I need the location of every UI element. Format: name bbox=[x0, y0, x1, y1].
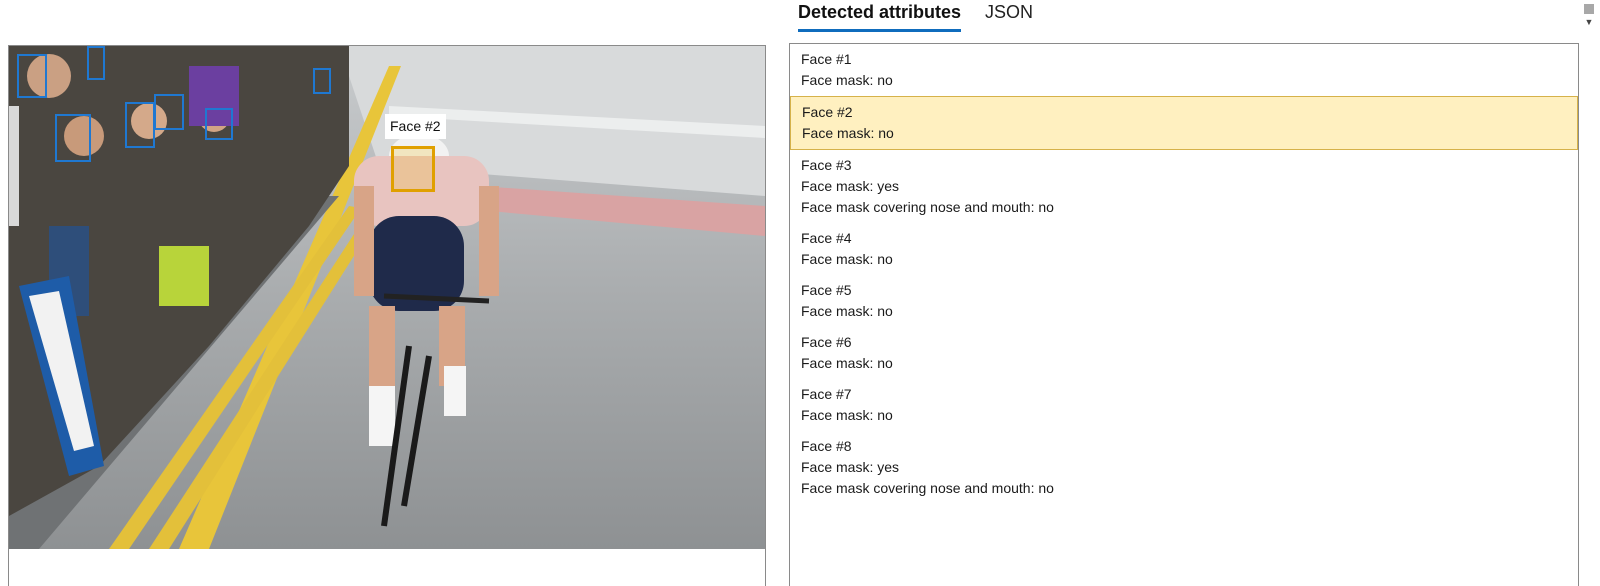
face-box-5[interactable] bbox=[205, 108, 233, 140]
face-attribute: Face mask covering nose and mouth: no bbox=[801, 480, 1054, 496]
face-box-1[interactable] bbox=[17, 54, 47, 98]
list-item-face-8[interactable]: Face #8 Face mask: yes Face mask coverin… bbox=[790, 431, 1578, 504]
page-scrollbar[interactable]: ▼ bbox=[1582, 0, 1596, 30]
face-attribute: Face mask: yes bbox=[801, 459, 900, 475]
face-attribute: Face mask: no bbox=[801, 72, 893, 88]
scroll-down-arrow-icon[interactable]: ▼ bbox=[1582, 16, 1596, 28]
face-title: Face #3 bbox=[801, 157, 852, 173]
face-box-8[interactable] bbox=[313, 68, 331, 94]
analyzed-photo: Face #2 bbox=[9, 46, 765, 549]
scrollbar-thumb[interactable] bbox=[1584, 4, 1594, 14]
list-item-face-4[interactable]: Face #4 Face mask: no bbox=[790, 223, 1578, 275]
image-panel: Face #2 bbox=[8, 45, 766, 586]
face-title: Face #7 bbox=[801, 386, 852, 402]
list-item-face-2[interactable]: Face #2 Face mask: no bbox=[790, 96, 1578, 150]
face-box-3[interactable] bbox=[87, 46, 105, 80]
list-item-face-6[interactable]: Face #6 Face mask: no bbox=[790, 327, 1578, 379]
tab-json[interactable]: JSON bbox=[985, 0, 1033, 32]
result-tabs: Detected attributes JSON bbox=[798, 0, 1033, 32]
face-title: Face #1 bbox=[801, 51, 852, 67]
list-item-face-3[interactable]: Face #3 Face mask: yes Face mask coverin… bbox=[790, 150, 1578, 223]
face-title: Face #2 bbox=[802, 104, 853, 120]
face-attribute: Face mask: no bbox=[802, 125, 894, 141]
face-attribute: Face mask: no bbox=[801, 303, 893, 319]
face-title: Face #4 bbox=[801, 230, 852, 246]
list-item-face-1[interactable]: Face #1 Face mask: no bbox=[790, 44, 1578, 96]
tab-label: JSON bbox=[985, 2, 1034, 22]
tab-detected-attributes[interactable]: Detected attributes bbox=[798, 0, 962, 32]
list-item-face-5[interactable]: Face #5 Face mask: no bbox=[790, 275, 1578, 327]
face-attribute: Face mask: yes bbox=[801, 178, 900, 194]
face-box-7[interactable] bbox=[55, 114, 91, 162]
selected-face-label: Face #2 bbox=[385, 114, 446, 139]
face-attribute: Face mask covering nose and mouth: no bbox=[801, 199, 1054, 215]
face-title: Face #6 bbox=[801, 334, 852, 350]
face-box-4[interactable] bbox=[154, 94, 184, 130]
face-box-2[interactable] bbox=[391, 146, 435, 192]
face-title: Face #5 bbox=[801, 282, 852, 298]
face-box-6[interactable] bbox=[125, 102, 155, 148]
face-attribute: Face mask: no bbox=[801, 251, 893, 267]
face-attribute: Face mask: no bbox=[801, 407, 893, 423]
tab-label: Detected attributes bbox=[798, 2, 962, 22]
face-attribute: Face mask: no bbox=[801, 355, 893, 371]
face-title: Face #8 bbox=[801, 438, 852, 454]
list-item-face-7[interactable]: Face #7 Face mask: no bbox=[790, 379, 1578, 431]
detected-attributes-list[interactable]: Face #1 Face mask: no Face #2 Face mask:… bbox=[789, 43, 1579, 586]
